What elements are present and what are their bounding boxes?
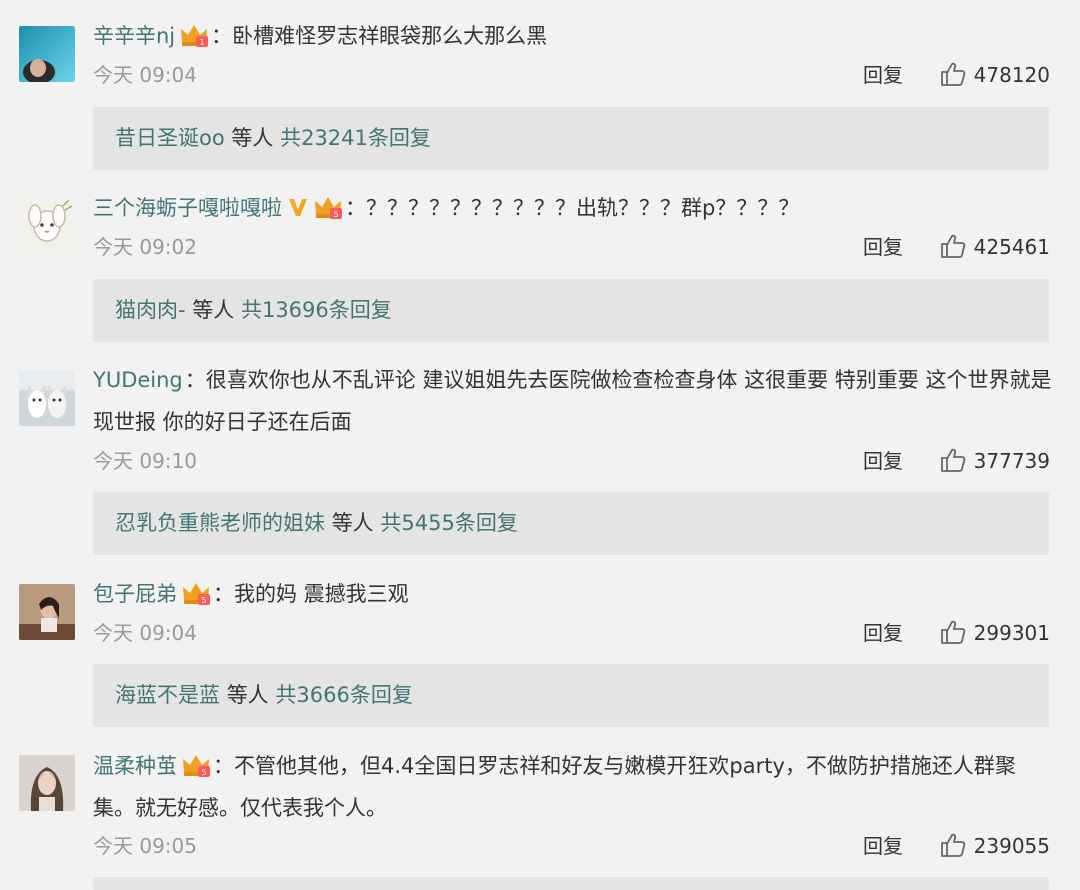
comment-text: 很喜欢你也从不乱评论 建议姐姐先去医院做检查检查身体 这很重要 特别重要 这个世… <box>93 368 1052 434</box>
avatar[interactable] <box>19 370 75 426</box>
reply-button[interactable]: 回复 <box>863 60 903 90</box>
comment-time: 今天 09:04 <box>93 63 197 87</box>
reply-button[interactable]: 回复 <box>863 446 903 476</box>
comment-text: 卧槽难怪罗志祥眼袋那么大那么黑 <box>232 24 548 48</box>
reply-summary[interactable]: 昔日圣诞oo 等人 共23241条回复 <box>93 107 1049 170</box>
reply-username[interactable]: 忍乳负重熊老师的姐妹 <box>115 511 325 535</box>
comment-meta: 今天 09:04 回复 299301 <box>93 618 1050 648</box>
crown-badge-icon[interactable]: 5 <box>181 580 211 606</box>
username[interactable]: 温柔种茧 <box>93 754 177 778</box>
reply-summary-partial[interactable] <box>93 877 1049 890</box>
like-count: 478120 <box>973 63 1050 87</box>
reply-summary[interactable]: 猫肉肉- 等人 共13696条回复 <box>93 279 1049 342</box>
reply-count[interactable]: 共5455条回复 <box>380 511 517 535</box>
reply-summary[interactable]: 海蓝不是蓝 等人 共3666条回复 <box>93 664 1049 727</box>
colon: ： <box>213 754 234 778</box>
svg-text:5: 5 <box>201 768 206 777</box>
avatar[interactable] <box>19 26 75 82</box>
reply-button[interactable]: 回复 <box>863 831 903 861</box>
crown-badge-icon[interactable]: 1 <box>179 22 209 48</box>
colon: ： <box>184 368 206 392</box>
reply-count[interactable]: 共3666条回复 <box>275 683 412 707</box>
reply-others: 等人 <box>331 511 374 535</box>
comment-time: 今天 09:10 <box>93 449 197 473</box>
colon: ： <box>211 24 233 48</box>
like-count: 239055 <box>973 834 1050 858</box>
like-button[interactable]: 239055 <box>940 831 1050 861</box>
reply-count[interactable]: 共23241条回复 <box>280 126 431 150</box>
reply-summary[interactable]: 忍乳负重熊老师的姐妹 等人 共5455条回复 <box>93 492 1049 555</box>
reply-button[interactable]: 回复 <box>863 232 903 262</box>
like-button[interactable]: 425461 <box>940 232 1050 262</box>
reply-username[interactable]: 昔日圣诞oo <box>115 126 225 150</box>
thumbs-up-icon <box>940 61 966 87</box>
username[interactable]: 辛辛辛nj <box>93 24 175 48</box>
like-count: 425461 <box>973 235 1050 259</box>
comment-meta: 今天 09:10 回复 377739 <box>93 446 1050 476</box>
reply-username[interactable]: 海蓝不是蓝 <box>115 683 220 707</box>
comment-time: 今天 09:02 <box>93 235 197 259</box>
svg-text:1: 1 <box>200 38 205 47</box>
colon: ： <box>213 582 234 606</box>
like-button[interactable]: 377739 <box>940 446 1050 476</box>
comment-text: ？？？？？？？？？？出轨？？？群p？？？？ <box>366 196 800 220</box>
avatar[interactable] <box>19 755 75 811</box>
reply-others: 等人 <box>192 298 235 322</box>
comment-meta: 今天 09:05 回复 239055 <box>93 831 1050 861</box>
comment-time: 今天 09:05 <box>93 834 197 858</box>
avatar[interactable] <box>19 584 75 640</box>
username[interactable]: 三个海蛎子嘎啦嘎啦 <box>93 196 282 220</box>
comment-text: 我的妈 震撼我三观 <box>234 582 409 606</box>
reply-others: 等人 <box>231 126 274 150</box>
thumbs-up-icon <box>940 233 966 259</box>
like-count: 299301 <box>973 621 1050 645</box>
comment-meta: 今天 09:02 回复 425461 <box>93 232 1050 262</box>
svg-text:5: 5 <box>333 210 338 219</box>
username[interactable]: 包子屁弟 <box>93 582 177 606</box>
svg-text:5: 5 <box>201 596 206 605</box>
reply-others: 等人 <box>226 683 269 707</box>
comment-line: YUDeing：很喜欢你也从不乱评论 建议姐姐先去医院做检查检查身体 这很重要 … <box>93 359 1052 443</box>
reply-button[interactable]: 回复 <box>863 618 903 648</box>
thumbs-up-icon <box>940 619 966 645</box>
comment-line: 温柔种茧 5 ：不管他其他，但4.4全国日罗志祥和好友与嫩模开狂欢party，不做防… <box>93 745 1052 829</box>
comment-meta: 今天 09:04 回复 478120 <box>93 60 1050 90</box>
colon: ： <box>345 196 366 220</box>
thumbs-up-icon <box>940 447 966 473</box>
comment-line: 辛辛辛nj 1 ：卧槽难怪罗志祥眼袋那么大那么黑 <box>93 15 1052 57</box>
thumbs-up-icon <box>940 832 966 858</box>
comment-line: 三个海蛎子嘎啦嘎啦 5 ：？？？？？？？？？？出轨？？？群p？？？？ <box>93 187 1052 229</box>
avatar[interactable] <box>19 198 75 254</box>
like-count: 377739 <box>973 449 1050 473</box>
crown-badge-icon[interactable]: 5 <box>313 194 343 220</box>
reply-count[interactable]: 共13696条回复 <box>241 298 392 322</box>
like-button[interactable]: 478120 <box>940 60 1050 90</box>
like-button[interactable]: 299301 <box>940 618 1050 648</box>
verified-v-icon[interactable] <box>287 196 309 218</box>
username[interactable]: YUDeing <box>93 368 183 392</box>
reply-username[interactable]: 猫肉肉- <box>115 298 186 322</box>
comment-time: 今天 09:04 <box>93 621 197 645</box>
comment-line: 包子屁弟 5 ：我的妈 震撼我三观 <box>93 573 1052 615</box>
crown-badge-icon[interactable]: 5 <box>181 752 211 778</box>
